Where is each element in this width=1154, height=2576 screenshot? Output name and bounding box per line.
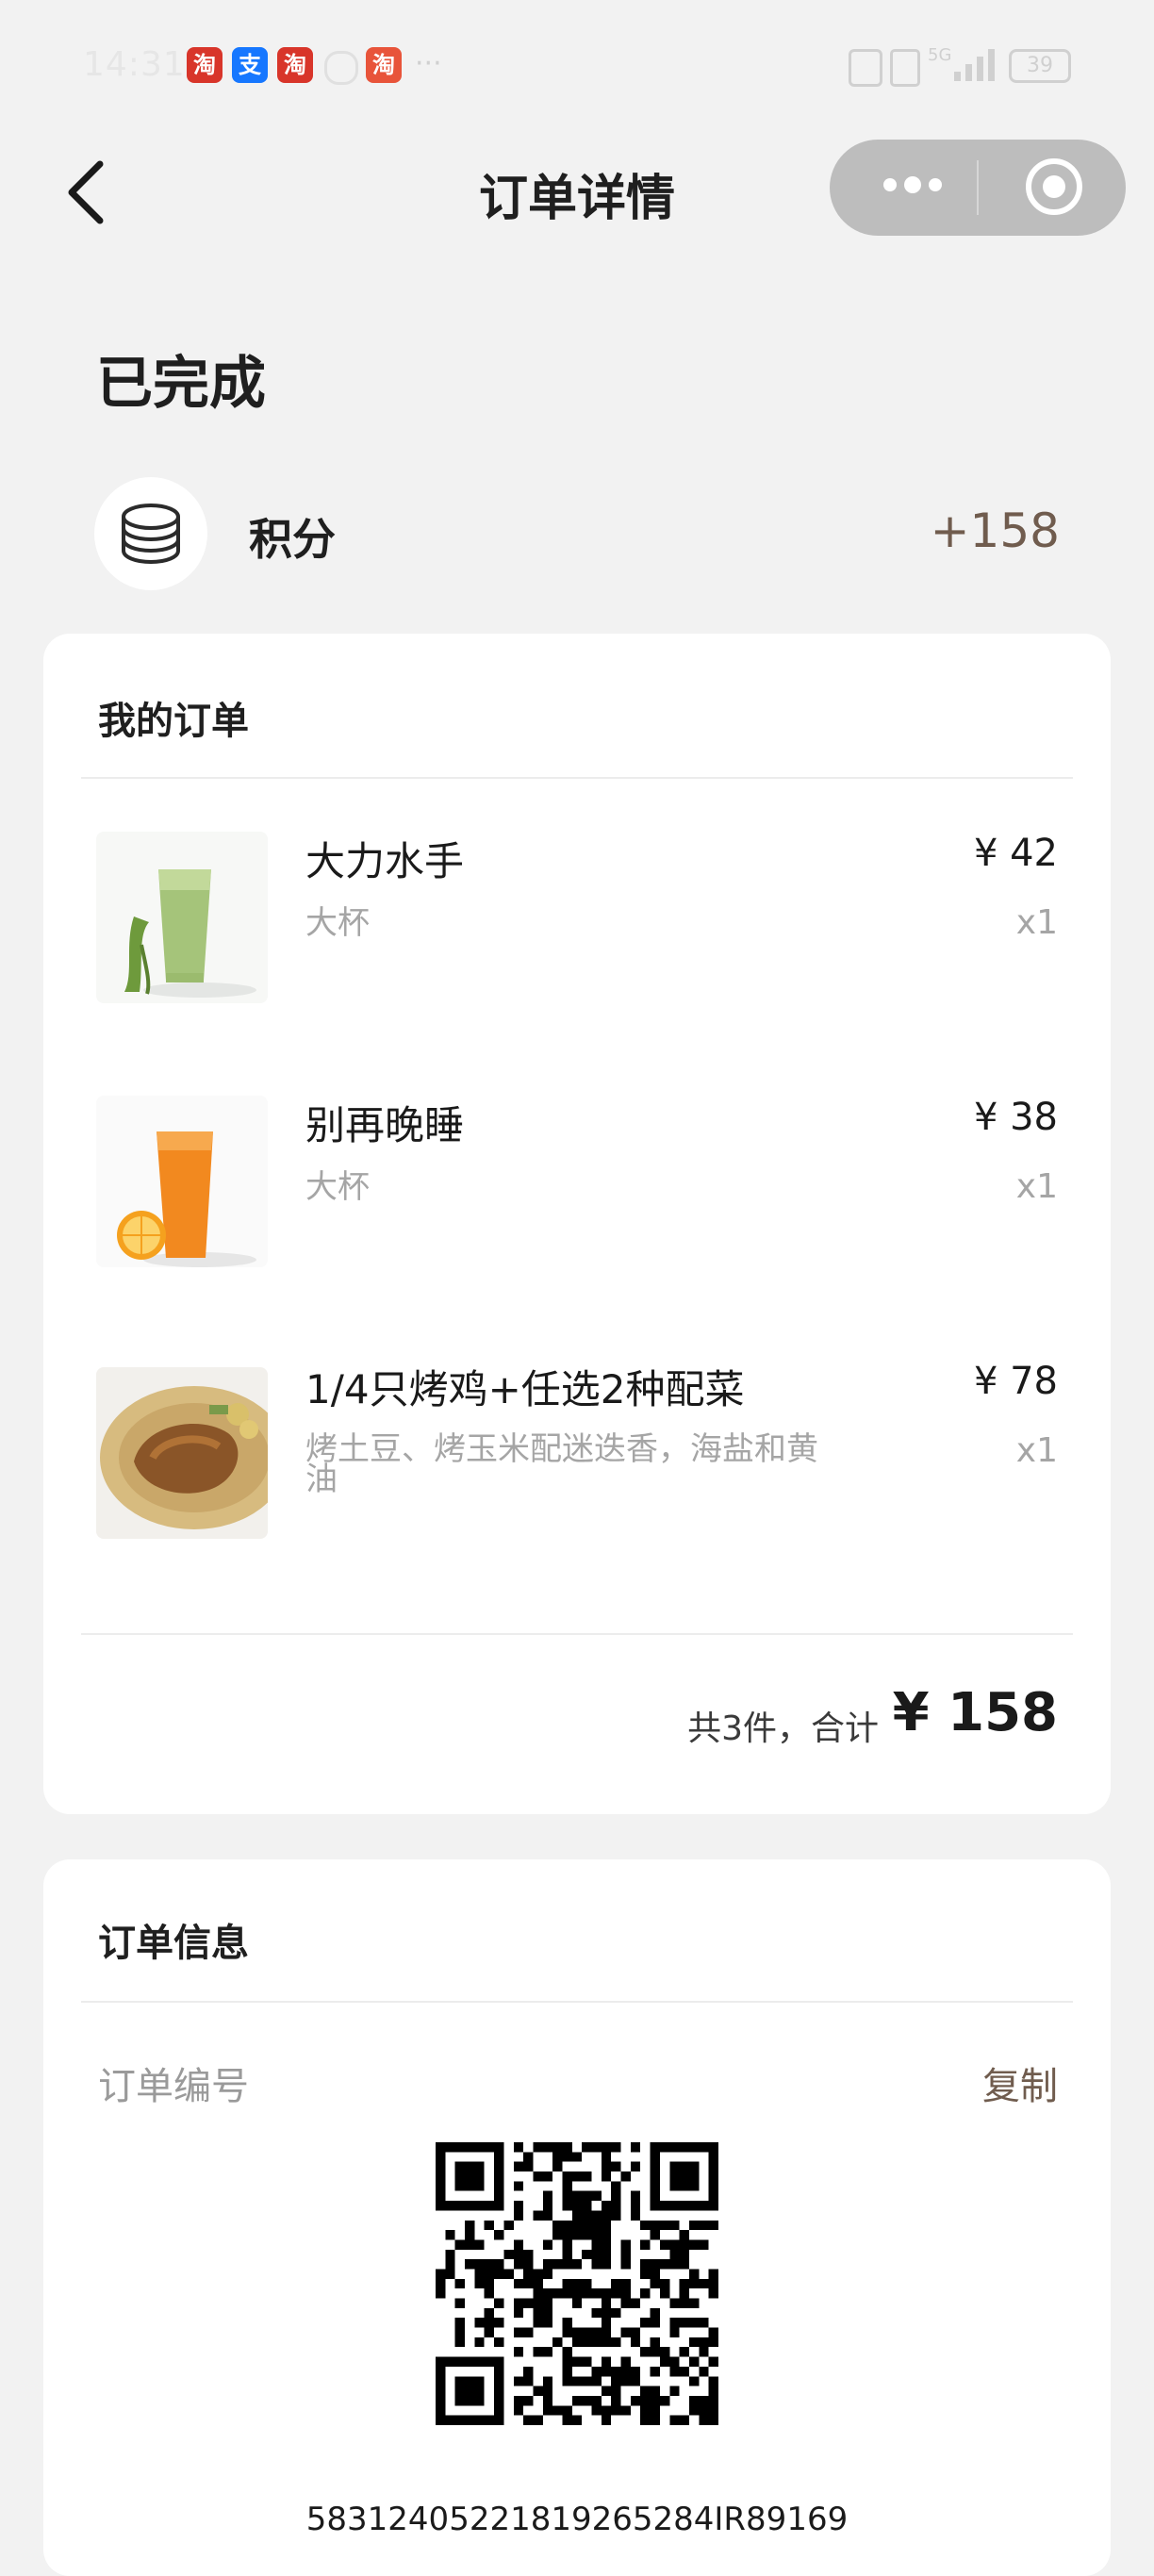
taobao-special-app-icon: 淘	[366, 47, 402, 83]
circle-app-icon	[324, 51, 358, 85]
taobao-app-icon: 淘	[187, 47, 223, 83]
order-number: 58312405221819265284IR89169	[305, 2501, 849, 2538]
copy-button[interactable]: 复制	[982, 2056, 1058, 2110]
order-status: 已完成	[96, 351, 266, 417]
item-spec: 烤土豆、烤玉米配迷迭香，海盐和黄	[305, 1430, 818, 1468]
my-order-title: 我的订单	[98, 700, 249, 743]
order-qr-code	[436, 2142, 718, 2425]
battery-icon: 39	[1009, 49, 1071, 83]
item-quantity: x1	[1015, 1431, 1058, 1470]
points-label: 积分	[249, 514, 336, 565]
item-price: ¥ 78	[973, 1360, 1058, 1403]
divider	[81, 1633, 1073, 1635]
summary-total: ¥ 158	[892, 1682, 1058, 1743]
item-spec: 大杯	[305, 1168, 370, 1206]
status-bar: 14:31 淘 支 淘 淘 ··· 5G 39	[0, 0, 1154, 132]
more-dots-icon	[883, 176, 942, 193]
orange-juice-image	[96, 1096, 268, 1267]
order-info-title: 订单信息	[98, 1922, 249, 1965]
network-type: 5G	[928, 45, 952, 65]
my-order-card: 我的订单 大力水手 大杯 ¥ 42 x1 别再晚睡 大杯 ¥ 38 x1 1/4…	[43, 634, 1111, 1814]
points-icon-wrap	[94, 477, 207, 590]
vibrate-icon	[890, 49, 920, 87]
nfc-icon	[849, 49, 882, 87]
target-close-icon	[1026, 158, 1082, 215]
item-price: ¥ 38	[973, 1096, 1058, 1139]
points-value: +158	[930, 504, 1060, 558]
summary-label: 共3件，合计	[687, 1709, 879, 1748]
item-price: ¥ 42	[973, 832, 1058, 875]
taobao-app-icon: 淘	[277, 47, 313, 83]
item-quantity: x1	[1015, 1167, 1058, 1206]
item-spec-continued: 油	[305, 1461, 338, 1498]
item-name: 别再晚睡	[305, 1102, 465, 1148]
item-spec: 大杯	[305, 904, 370, 942]
close-mini-program-button[interactable]	[1024, 157, 1084, 217]
divider	[81, 2001, 1073, 2003]
signal-icon	[952, 49, 999, 81]
item-name: 1/4只烤鸡+任选2种配菜	[305, 1366, 745, 1412]
item-quantity: x1	[1015, 903, 1058, 942]
green-smoothie-image	[96, 832, 268, 1003]
item-name: 大力水手	[305, 838, 465, 884]
status-time: 14:31	[83, 45, 186, 84]
coins-stack-icon	[122, 504, 180, 565]
divider	[81, 777, 1073, 779]
more-notifications-icon: ···	[415, 47, 442, 80]
capsule-divider	[977, 160, 979, 215]
mini-program-capsule	[830, 140, 1126, 236]
order-info-card: 订单信息 订单编号 复制 58312405221819265284IR89169	[43, 1859, 1111, 2576]
alipay-app-icon: 支	[232, 47, 268, 83]
order-number-label: 订单编号	[98, 2065, 249, 2108]
more-options-button[interactable]	[875, 166, 950, 204]
roast-chicken-image	[96, 1367, 268, 1539]
